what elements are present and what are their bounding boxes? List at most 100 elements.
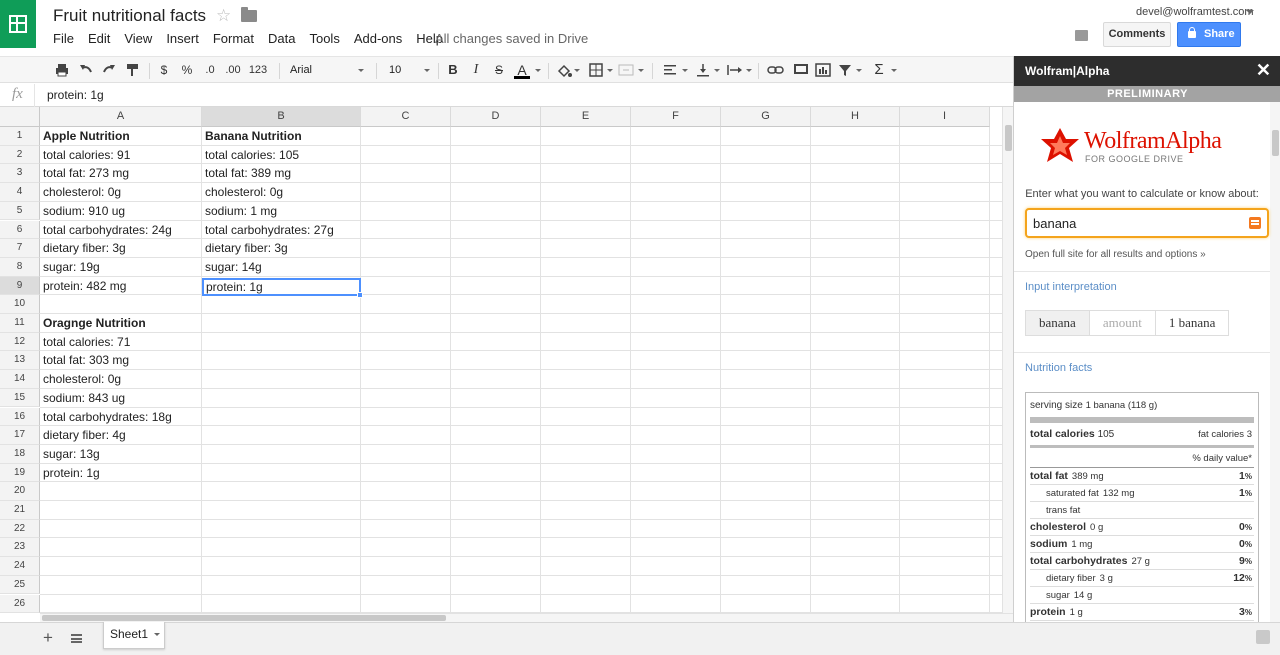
chevron-down-icon[interactable] <box>1246 10 1254 14</box>
fill-handle[interactable] <box>357 292 363 298</box>
cell-a14[interactable]: cholesterol: 0g <box>40 370 121 388</box>
cell-a13[interactable]: total fat: 303 mg <box>40 351 129 369</box>
cell-a8[interactable]: sugar: 19g <box>40 258 100 276</box>
text-color-button[interactable]: A <box>515 57 529 84</box>
cell-b1[interactable]: Banana Nutrition <box>202 127 302 145</box>
cell-b2[interactable]: total calories: 105 <box>202 146 299 164</box>
chevron-down-icon[interactable] <box>638 69 644 72</box>
vertical-scrollbar[interactable] <box>1002 107 1013 613</box>
chevron-down-icon[interactable] <box>358 69 364 72</box>
chevron-down-icon[interactable] <box>154 633 160 636</box>
column-header-h[interactable]: H <box>811 107 900 127</box>
cell-a17[interactable]: dietary fiber: 4g <box>40 426 126 444</box>
cell-a16[interactable]: total carbohydrates: 18g <box>40 408 172 426</box>
cell-a19[interactable]: protein: 1g <box>40 464 100 482</box>
chevron-down-icon[interactable] <box>574 69 580 72</box>
all-sheets-icon[interactable] <box>71 634 82 643</box>
row-header-9[interactable]: 9 <box>0 276 40 296</box>
select-all-corner[interactable] <box>0 107 40 127</box>
cell-b4[interactable]: cholesterol: 0g <box>202 183 283 201</box>
column-header-g[interactable]: G <box>721 107 811 127</box>
row-header-7[interactable]: 7 <box>0 239 40 258</box>
row-header-13[interactable]: 13 <box>0 351 40 371</box>
row-header-23[interactable]: 23 <box>0 538 40 558</box>
strikethrough-button[interactable]: S <box>493 57 505 84</box>
menu-addons[interactable]: Add-ons <box>354 31 402 46</box>
cell-a4[interactable]: cholesterol: 0g <box>40 183 121 201</box>
doc-title[interactable]: Fruit nutritional facts <box>53 6 206 26</box>
cell-a2[interactable]: total calories: 91 <box>40 146 130 164</box>
chevron-down-icon[interactable] <box>424 69 430 72</box>
bold-button[interactable]: B <box>447 57 459 84</box>
column-header-e[interactable]: E <box>541 107 631 127</box>
cell-a15[interactable]: sodium: 843 ug <box>40 389 125 407</box>
menu-file[interactable]: File <box>53 31 74 46</box>
comment-icon[interactable] <box>1075 30 1088 41</box>
percent-button[interactable]: % <box>180 57 194 84</box>
font-select[interactable]: Arial <box>290 57 366 84</box>
cell-b5[interactable]: sodium: 1 mg <box>202 202 277 220</box>
account-email[interactable]: devel@wolframtest.com <box>1136 6 1254 18</box>
row-header-6[interactable]: 6 <box>0 220 40 240</box>
row-header-10[interactable]: 10 <box>0 295 40 314</box>
compute-icon[interactable] <box>1249 217 1261 229</box>
cell-a7[interactable]: dietary fiber: 3g <box>40 239 126 257</box>
chevron-down-icon[interactable] <box>607 69 613 72</box>
sheet-tab[interactable]: Sheet1 <box>103 622 165 649</box>
chevron-down-icon[interactable] <box>891 69 897 72</box>
row-header-19[interactable]: 19 <box>0 463 40 483</box>
share-button[interactable]: Share <box>1177 22 1241 47</box>
folder-icon[interactable] <box>241 7 257 22</box>
menu-insert[interactable]: Insert <box>166 31 199 46</box>
column-header-d[interactable]: D <box>451 107 541 127</box>
chevron-down-icon[interactable] <box>535 69 541 72</box>
column-header-a[interactable]: A <box>40 107 202 127</box>
row-header-3[interactable]: 3 <box>0 164 40 184</box>
cell-a9[interactable]: protein: 482 mg <box>40 277 126 295</box>
menu-data[interactable]: Data <box>268 31 295 46</box>
menu-view[interactable]: View <box>124 31 152 46</box>
add-sheet-icon[interactable]: + <box>43 628 53 648</box>
increase-decimal-button[interactable]: .00 <box>224 57 242 84</box>
row-header-24[interactable]: 24 <box>0 557 40 576</box>
cell-b9-editor[interactable]: protein: 1g <box>206 279 263 295</box>
cell-b8[interactable]: sugar: 14g <box>202 258 262 276</box>
row-header-22[interactable]: 22 <box>0 519 40 539</box>
font-size-select[interactable]: 10 <box>389 57 429 84</box>
horizontal-scrollbar[interactable] <box>40 613 1013 622</box>
row-header-11[interactable]: 11 <box>0 314 40 333</box>
chevron-down-icon[interactable] <box>714 69 720 72</box>
row-header-4[interactable]: 4 <box>0 183 40 202</box>
row-header-21[interactable]: 21 <box>0 501 40 520</box>
row-header-20[interactable]: 20 <box>0 482 40 501</box>
spreadsheet-grid[interactable]: ABCDEFGHI 1 2 3 4 5 6 7 8 9 10 11 12 13 14 15 16 17 18 19 2… <box>0 107 1002 613</box>
star-icon[interactable]: ☆ <box>216 6 231 26</box>
query-box[interactable] <box>1025 208 1269 238</box>
explore-icon[interactable] <box>1256 630 1270 644</box>
chevron-down-icon[interactable] <box>746 69 752 72</box>
functions-button[interactable]: Σ <box>873 57 885 84</box>
italic-button[interactable]: I <box>471 57 481 84</box>
cell-b3[interactable]: total fat: 389 mg <box>202 164 291 182</box>
row-header-16[interactable]: 16 <box>0 407 40 427</box>
chevron-down-icon[interactable] <box>682 69 688 72</box>
decrease-decimal-button[interactable]: .0 <box>201 57 219 84</box>
row-header-8[interactable]: 8 <box>0 257 40 277</box>
row-header-12[interactable]: 12 <box>0 332 40 352</box>
column-header-f[interactable]: F <box>631 107 721 127</box>
row-header-2[interactable]: 2 <box>0 145 40 165</box>
chevron-down-icon[interactable] <box>856 69 862 72</box>
close-icon[interactable]: ✕ <box>1256 56 1271 84</box>
more-formats-button[interactable]: 123 <box>246 57 270 98</box>
row-header-18[interactable]: 18 <box>0 444 40 464</box>
cell-a18[interactable]: sugar: 13g <box>40 445 100 463</box>
menu-format[interactable]: Format <box>213 31 254 46</box>
row-header-25[interactable]: 25 <box>0 575 40 595</box>
cells-area[interactable]: Apple Nutrition total calories: 91 total f… <box>40 127 1002 613</box>
cell-a11[interactable]: Oragnge Nutrition <box>40 314 146 332</box>
cell-b6[interactable]: total carbohydrates: 27g <box>202 221 334 239</box>
row-header-1[interactable]: 1 <box>0 127 40 146</box>
column-header-i[interactable]: I <box>900 107 990 127</box>
cell-a6[interactable]: total carbohydrates: 24g <box>40 221 172 239</box>
open-full-site-link[interactable]: Open full site for all results and optio… <box>1025 249 1206 260</box>
